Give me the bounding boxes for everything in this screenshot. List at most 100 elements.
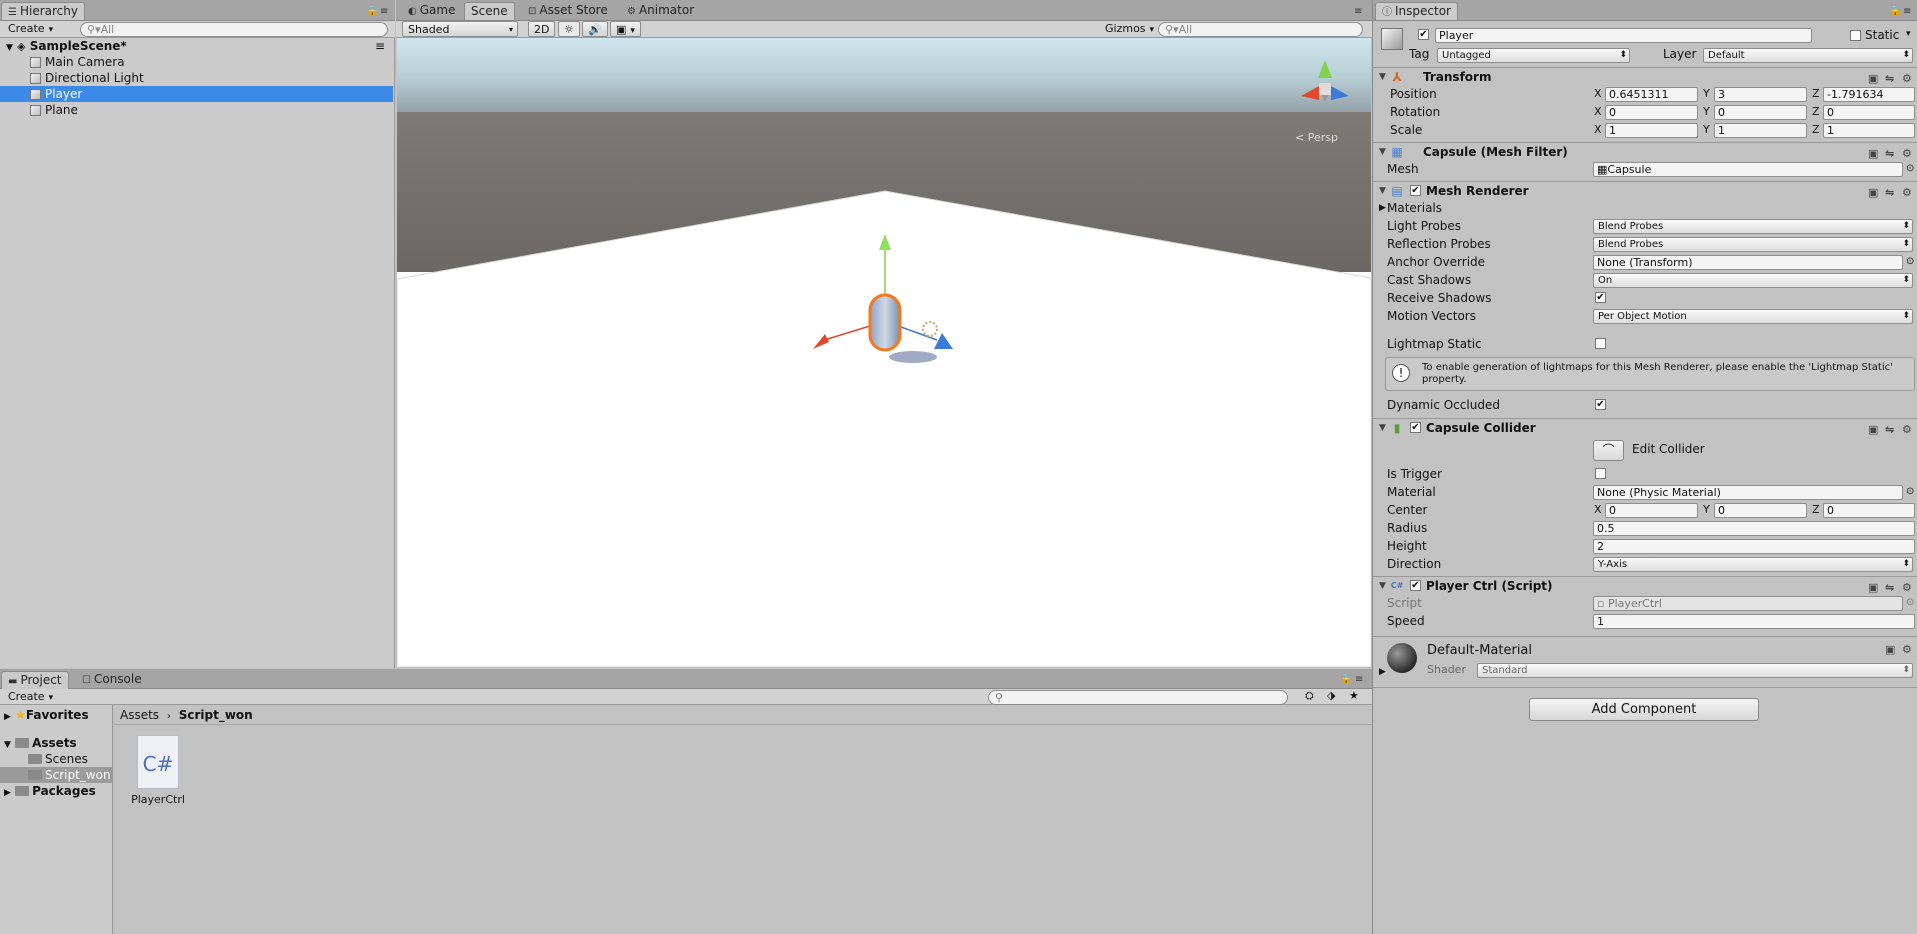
gizmos-dropdown[interactable]: Gizmos xyxy=(1100,21,1159,37)
scene-view-canvas[interactable] xyxy=(397,38,1371,667)
tab-scene[interactable]: Scene xyxy=(464,2,515,20)
panel-menu-icon[interactable]: ≡ xyxy=(380,6,388,17)
hierarchy-item-player[interactable]: Player xyxy=(0,86,393,102)
help-icon[interactable]: ▣ xyxy=(1885,643,1895,656)
physic-material-field[interactable]: None (Physic Material) xyxy=(1593,485,1903,500)
position-y-field[interactable]: 3 xyxy=(1714,87,1807,102)
help-icon[interactable]: ▣ xyxy=(1868,420,1878,439)
collider-enabled-checkbox[interactable]: ✔ xyxy=(1410,422,1421,433)
edit-collider-button[interactable]: ⌒ xyxy=(1593,440,1624,461)
panel-menu-icon[interactable]: ≡ xyxy=(1355,674,1363,685)
folder-script-won[interactable]: Script_won xyxy=(0,767,112,783)
height-field[interactable]: 2 xyxy=(1593,539,1915,554)
filter-label-icon[interactable]: ⬗ xyxy=(1327,689,1335,702)
asset-playerctrl[interactable]: C# PlayerCtrl xyxy=(128,735,188,815)
speed-field[interactable]: 1 xyxy=(1593,614,1915,629)
anchor-override-field[interactable]: None (Transform) xyxy=(1593,255,1903,270)
tab-console[interactable]: ☐ Console xyxy=(76,671,148,689)
capsule-collider-header[interactable]: ▼ ▮ ✔ Capsule Collider ▣ ⇋ ⚙ xyxy=(1373,418,1917,437)
effects-dropdown[interactable]: ▣ xyxy=(610,21,641,37)
preset-icon[interactable]: ⇋ xyxy=(1885,420,1894,439)
settings-gear-icon[interactable]: ⚙ xyxy=(1902,643,1912,656)
fold-open-icon[interactable]: ▼ xyxy=(4,740,11,750)
panel-menu-icon[interactable]: ≡ xyxy=(1903,6,1911,17)
center-z-field[interactable]: 0 xyxy=(1823,503,1915,518)
object-name-field[interactable]: Player xyxy=(1435,28,1812,43)
mesh-field[interactable]: ▦Capsule xyxy=(1593,162,1903,177)
tab-game[interactable]: ◐ Game xyxy=(402,2,461,20)
project-search-input[interactable]: ⚲ xyxy=(988,690,1288,705)
orientation-gizmo[interactable] xyxy=(1289,50,1361,122)
mode-2d-toggle[interactable]: 2D xyxy=(528,21,556,37)
radius-field[interactable]: 0.5 xyxy=(1593,521,1915,536)
packages-node[interactable]: ▶ Packages xyxy=(4,783,96,799)
hierarchy-create-button[interactable]: Create xyxy=(3,21,58,37)
tab-animator[interactable]: ⚙ Animator xyxy=(621,2,700,20)
direction-dropdown[interactable]: Y-Axis xyxy=(1593,557,1913,572)
receive-shadows-checkbox[interactable]: ✔ xyxy=(1595,292,1606,303)
add-component-button[interactable]: Add Component xyxy=(1529,698,1759,721)
fold-closed-icon[interactable]: ▶ xyxy=(1379,667,1386,677)
fold-closed-icon[interactable]: ▶ xyxy=(4,712,11,722)
static-dropdown-icon[interactable]: ▾ xyxy=(1906,29,1911,39)
lightmap-static-checkbox[interactable] xyxy=(1595,338,1606,349)
filter-type-icon[interactable]: ⛭ xyxy=(1305,689,1314,703)
center-y-field[interactable]: 0 xyxy=(1714,503,1807,518)
center-x-field[interactable]: 0 xyxy=(1605,503,1698,518)
active-checkbox[interactable]: ✔ xyxy=(1418,29,1429,40)
scene-viewport[interactable]: < Persp xyxy=(397,38,1371,667)
object-picker-icon[interactable]: ⊙ xyxy=(1906,160,1914,178)
fold-closed-icon[interactable]: ▶ xyxy=(4,788,11,798)
rotation-x-field[interactable]: 0 xyxy=(1605,105,1698,120)
audio-toggle[interactable]: 🔊 xyxy=(582,21,608,37)
player-capsule[interactable] xyxy=(868,293,902,352)
fold-open-icon[interactable]: ▼ xyxy=(1379,419,1386,438)
fold-closed-icon[interactable]: ▶ xyxy=(1379,199,1386,217)
tag-dropdown[interactable]: Untagged xyxy=(1437,48,1630,63)
scene-menu-icon[interactable]: ≡ xyxy=(375,38,385,54)
transform-header[interactable]: ▼ ⅄ Transform ▣ ⇋ ⚙ xyxy=(1373,67,1917,86)
hierarchy-search-input[interactable]: ⚲▾All xyxy=(80,22,388,37)
motion-vectors-dropdown[interactable]: Per Object Motion xyxy=(1593,309,1913,324)
static-checkbox[interactable] xyxy=(1850,30,1861,41)
reflection-probes-dropdown[interactable]: Blend Probes xyxy=(1593,237,1913,252)
lock-icon[interactable]: 🔒 xyxy=(366,6,378,17)
folder-scenes[interactable]: Scenes xyxy=(28,751,88,767)
mesh-filter-header[interactable]: ▼ ▦ Capsule (Mesh Filter) ▣ ⇋ ⚙ xyxy=(1373,142,1917,161)
mesh-renderer-enabled-checkbox[interactable]: ✔ xyxy=(1410,185,1421,196)
assets-node[interactable]: ▼ Assets xyxy=(4,735,77,751)
tab-inspector[interactable]: ⓘ Inspector xyxy=(1375,2,1458,20)
object-picker-icon[interactable]: ⊙ xyxy=(1906,483,1914,501)
hierarchy-item-main-camera[interactable]: Main Camera xyxy=(0,54,393,70)
light-probes-dropdown[interactable]: Blend Probes xyxy=(1593,219,1913,234)
layer-dropdown[interactable]: Default xyxy=(1703,48,1913,63)
tab-hierarchy[interactable]: ☰ Hierarchy xyxy=(1,2,85,20)
position-x-field[interactable]: 0.6451311 xyxy=(1605,87,1698,102)
lock-icon[interactable]: 🔒 xyxy=(1889,6,1901,17)
position-z-field[interactable]: -1.791634 xyxy=(1823,87,1915,102)
fold-open-icon[interactable]: ▼ xyxy=(6,43,13,53)
dynamic-occluded-checkbox[interactable]: ✔ xyxy=(1595,399,1606,410)
hierarchy-item-directional-light[interactable]: Directional Light xyxy=(0,70,393,86)
rotation-z-field[interactable]: 0 xyxy=(1823,105,1915,120)
is-trigger-checkbox[interactable] xyxy=(1595,468,1606,479)
project-create-button[interactable]: Create xyxy=(3,689,58,704)
breadcrumb-assets[interactable]: Assets xyxy=(120,708,159,722)
tab-project[interactable]: ▬ Project xyxy=(1,671,69,689)
object-picker-icon[interactable]: ⊙ xyxy=(1906,253,1914,271)
scale-z-field[interactable]: 1 xyxy=(1823,123,1915,138)
rotation-y-field[interactable]: 0 xyxy=(1714,105,1807,120)
hierarchy-item-plane[interactable]: Plane xyxy=(0,102,393,118)
scale-x-field[interactable]: 1 xyxy=(1605,123,1698,138)
breadcrumb-script-won[interactable]: Script_won xyxy=(179,708,253,722)
shading-mode-dropdown[interactable]: Shaded ▾ xyxy=(402,21,518,37)
materials-row[interactable]: ▶ Materials xyxy=(1373,199,1917,217)
cast-shadows-dropdown[interactable]: On xyxy=(1593,273,1913,288)
script-enabled-checkbox[interactable]: ✔ xyxy=(1410,580,1421,591)
favorites-node[interactable]: ▶ ★Favorites xyxy=(4,707,89,723)
panel-menu-icon[interactable]: ≡ xyxy=(1354,6,1362,17)
scene-root[interactable]: ▼ ◈ SampleScene* ≡ xyxy=(0,38,393,54)
lock-icon[interactable]: 🔒 xyxy=(1340,674,1352,685)
favorite-star-icon[interactable]: ★ xyxy=(1349,689,1359,702)
mesh-renderer-header[interactable]: ▼ ▤ ✔ Mesh Renderer ▣ ⇋ ⚙ xyxy=(1373,181,1917,200)
